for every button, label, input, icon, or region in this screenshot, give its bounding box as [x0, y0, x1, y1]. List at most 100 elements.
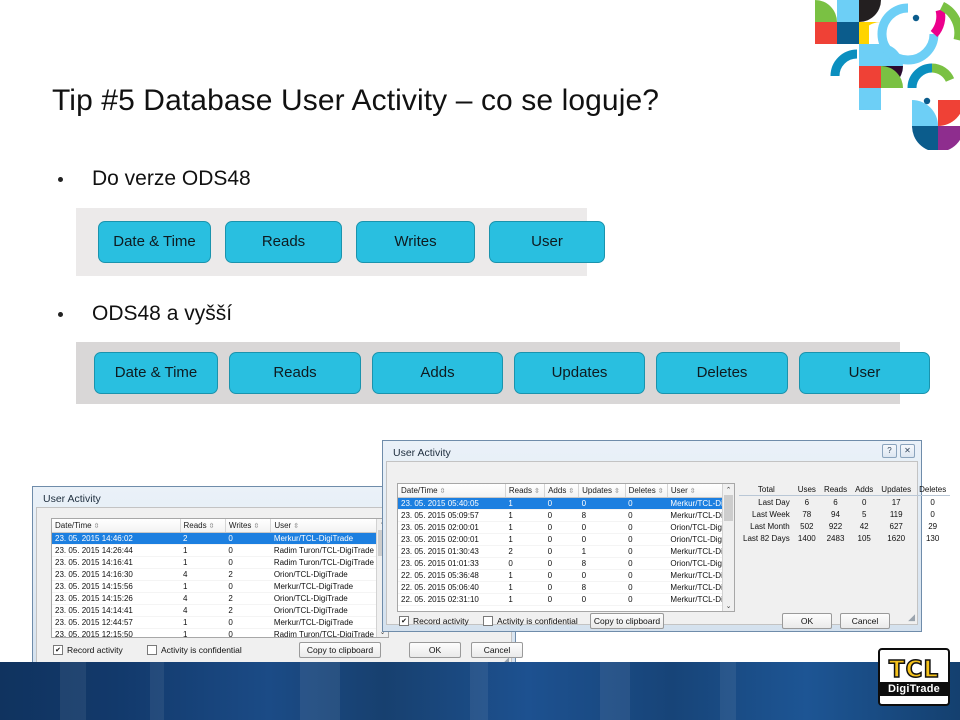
scroll-down-icon[interactable]: ⌄ — [723, 600, 734, 611]
column-button-updates[interactable]: Updates — [514, 352, 645, 394]
column-button-writes[interactable]: Writes — [356, 221, 475, 263]
scroll-up-icon[interactable]: ⌃ — [723, 484, 734, 495]
table-row[interactable]: 23. 05. 2015 12:15:50 1 0 Radim Turon/TCL-D… — [52, 628, 388, 637]
sort-icon[interactable]: ⇳ — [690, 488, 696, 495]
button-label: Cancel — [851, 616, 879, 626]
table-row[interactable]: 22. 05. 2015 05:36:48 1 0 0 0 Merkur/TCL-Digi… — [398, 569, 734, 582]
cell-deletes: 0 — [625, 569, 668, 582]
cell-writes: 2 — [225, 568, 271, 581]
column-button-label: Reads — [273, 363, 317, 381]
table-row[interactable]: 23. 05. 2015 02:00:011000Orion/TCL-DigiT… — [398, 533, 734, 546]
sort-icon[interactable]: ⇳ — [94, 523, 100, 530]
logo-wordmark: DigiTrade — [880, 681, 948, 696]
cell-user: Radim Turon/TCL-DigiTrade — [270, 544, 388, 557]
copy-to-clipboard-button-back[interactable]: Copy to clipboard — [299, 642, 381, 658]
cell-user: Orion/TCL-DigiTrade — [270, 604, 388, 617]
cell-datetime: 23. 05. 2015 14:16:30 — [52, 568, 180, 581]
column-header-writes[interactable]: Writes ⇳ — [225, 519, 272, 533]
cancel-button-back[interactable]: Cancel — [471, 642, 523, 658]
table-row[interactable]: 23. 05. 2015 12:44:57 1 0 Merkur/TCL-DigiTr… — [52, 616, 388, 629]
cell-datetime: 23. 05. 2015 01:01:33 — [398, 557, 506, 570]
user-activity-window-front[interactable]: User Activity ? ✕ Date/Time ⇳ Reads ⇳ Adds… — [382, 440, 951, 632]
help-icon[interactable]: ? — [882, 444, 897, 458]
table-row[interactable]: 23. 05. 2015 14:15:56 1 0 Merkur/TCL-DigiTr… — [52, 580, 388, 593]
summary-cell-uses: 6 — [804, 497, 810, 507]
column-header-reads[interactable]: Reads ⇳ — [505, 484, 546, 498]
button-label: Copy to clipboard — [306, 645, 374, 655]
summary-cell-uses: 502 — [800, 521, 814, 531]
summary-cell-updates: 1620 — [887, 533, 906, 543]
column-button-user[interactable]: User — [799, 352, 930, 394]
table-row[interactable]: 23. 05. 2015 14:46:02 2 0 Merkur/TCL-DigiTr… — [52, 532, 388, 545]
column-header-deletes[interactable]: Deletes ⇳ — [625, 484, 668, 498]
sort-icon[interactable]: ⇳ — [253, 523, 259, 530]
activity-confidential-checkbox-front[interactable]: Activity is confidential — [483, 616, 578, 626]
cell-reads: 1 — [505, 569, 545, 582]
column-header-user[interactable]: User ⇳ — [270, 519, 388, 533]
ok-button-front[interactable]: OK — [782, 613, 832, 629]
sort-icon[interactable]: ⇳ — [209, 523, 215, 530]
activity-list-back[interactable]: Date/Time ⇳ Reads ⇳ Writes ⇳ User ⇳ 23. 05. … — [51, 518, 389, 638]
column-button-deletes[interactable]: Deletes — [656, 352, 788, 394]
summary-header-updates: Updates — [877, 484, 916, 496]
activity-list-front[interactable]: Date/Time ⇳ Reads ⇳ Adds ⇳ Updates ⇳ Deletes… — [397, 483, 735, 612]
column-header-reads[interactable]: Reads ⇳ — [180, 519, 226, 533]
table-row[interactable]: 23. 05. 2015 14:16:41 1 0 Radim Turon/TCL-D… — [52, 556, 388, 569]
resize-grip-icon[interactable]: ◢ — [905, 613, 915, 623]
table-row[interactable]: 23. 05. 2015 14:14:41 4 2 Orion/TCL-DigiTra… — [52, 604, 388, 617]
column-header-adds[interactable]: Adds ⇳ — [544, 484, 580, 498]
column-button-date-time[interactable]: Date & Time — [94, 352, 218, 394]
summary-cell-reads: 2483 — [826, 533, 845, 543]
column-button-reads[interactable]: Reads — [225, 221, 342, 263]
table-row[interactable]: 23. 05. 2015 14:26:44 1 0 Radim Turon/TCL-D… — [52, 544, 388, 557]
vertical-scrollbar[interactable]: ⌃ ⌄ — [722, 484, 734, 611]
column-button-reads[interactable]: Reads — [229, 352, 361, 394]
summary-row: Last Month 502 922 42 627 29 — [739, 520, 950, 532]
tcl-digitrade-logo: TCL DigiTrade — [878, 648, 950, 706]
table-row[interactable]: 22. 05. 2015 05:06:40 1 0 8 0 Merkur/TCL-Digi… — [398, 581, 734, 594]
close-icon[interactable]: ✕ — [900, 444, 915, 458]
sort-icon[interactable]: ⇳ — [568, 488, 574, 495]
table-row[interactable]: 23. 05. 2015 05:09:57 1 0 8 0 Merkur/TCL-Digi… — [398, 509, 734, 522]
table-row[interactable]: 23. 05. 2015 01:01:330080Orion/TCL-DigiT… — [398, 557, 734, 570]
summary-cell-deletes: 0 — [930, 497, 935, 507]
column-button-user[interactable]: User — [489, 221, 605, 263]
sort-icon[interactable]: ⇳ — [534, 488, 540, 495]
window-title-text: User Activity — [43, 492, 101, 505]
record-activity-checkbox-front[interactable]: ✔ Record activity — [399, 616, 469, 626]
table-row[interactable]: 23. 05. 2015 01:30:43 2 0 1 0 Merkur/TCL-Digi… — [398, 545, 734, 558]
summary-cell-uses: 1400 — [797, 533, 816, 543]
table-row[interactable]: 23. 05. 2015 02:00:011000Orion/TCL-DigiT… — [398, 521, 734, 534]
summary-cell-deletes: 0 — [930, 509, 935, 519]
summary-cell-reads: 922 — [828, 521, 843, 531]
column-button-adds[interactable]: Adds — [372, 352, 503, 394]
column-header-updates[interactable]: Updates ⇳ — [578, 484, 626, 498]
table-row[interactable]: 23. 05. 2015 14:16:30 4 2 Orion/TCL-DigiTra… — [52, 568, 388, 581]
table-row[interactable]: 23. 05. 2015 14:15:26 4 2 Orion/TCL-DigiTra… — [52, 592, 388, 605]
cell-writes: 0 — [225, 616, 271, 629]
sort-icon[interactable]: ⇳ — [658, 488, 664, 495]
table-row[interactable]: 23. 05. 2015 05:40:05 1 0 0 0 Merkur/TCL-Digi… — [398, 497, 734, 510]
copy-to-clipboard-button-front[interactable]: Copy to clipboard — [590, 613, 664, 629]
sort-icon[interactable]: ⇳ — [293, 523, 299, 530]
column-header-date-time[interactable]: Date/Time ⇳ — [52, 519, 181, 533]
cancel-button-front[interactable]: Cancel — [840, 613, 890, 629]
column-header-date-time[interactable]: Date/Time ⇳ — [398, 484, 506, 498]
button-label: Copy to clipboard — [593, 616, 661, 626]
summary-cell-adds: 105 — [857, 533, 871, 543]
cell-datetime: 22. 05. 2015 02:31:10 — [398, 593, 506, 606]
cell-reads: 1 — [505, 533, 545, 546]
sort-icon[interactable]: ⇳ — [614, 488, 620, 495]
summary-cell-deletes: 29 — [928, 521, 938, 531]
table-row[interactable]: 22. 05. 2015 02:31:10 1 0 0 0 Merkur/TCL-Digi… — [398, 593, 734, 606]
window-titlebar[interactable]: User Activity ? ✕ — [386, 444, 918, 461]
record-activity-checkbox-back[interactable]: ✔ Record activity — [53, 645, 123, 655]
column-button-date-time[interactable]: Date & Time — [98, 221, 211, 263]
activity-confidential-checkbox-back[interactable]: Activity is confidential — [147, 645, 242, 655]
cell-user: Orion/TCL-DigiTrade — [270, 592, 388, 605]
cell-updates: 1 — [578, 545, 626, 558]
summary-body: Last Day 6 6 0 17 0 Last Week 78 94 5 119 0 Last Mon… — [739, 496, 950, 545]
scrollbar-thumb[interactable] — [724, 495, 733, 521]
sort-icon[interactable]: ⇳ — [440, 488, 446, 495]
ok-button-back[interactable]: OK — [409, 642, 461, 658]
